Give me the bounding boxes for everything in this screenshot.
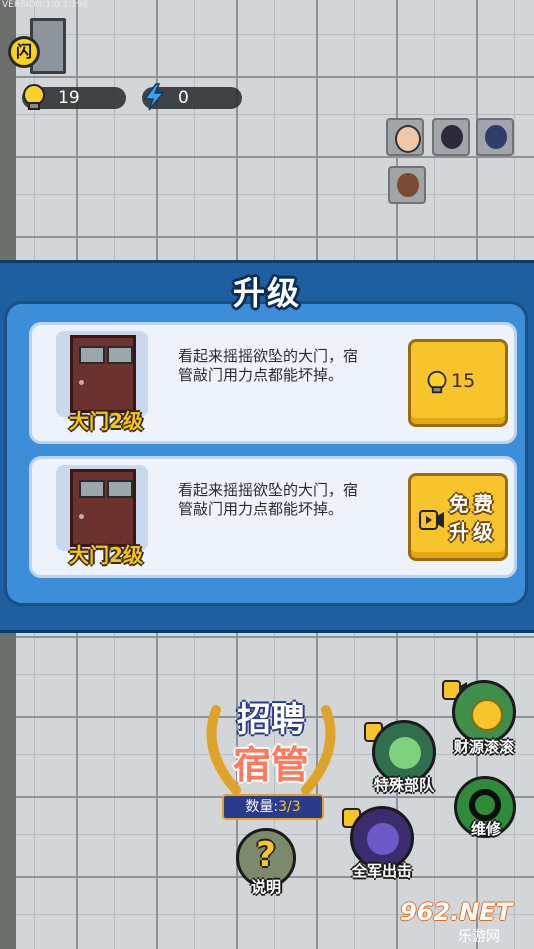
panel-title-banner: 升级 (212, 268, 322, 316)
door-icon (70, 335, 136, 413)
lightbulb-icon (427, 370, 447, 394)
card-description: 看起来摇摇欲坠的大门，宿管敲门用力点都能坏掉。 (178, 347, 359, 384)
bulb-count: 19 (58, 88, 80, 108)
watermark-logo: 962.NET 乐游网 (392, 898, 532, 946)
card-description: 看起来摇摇欲坠的大门，宿管敲门用力点都能坏掉。 (178, 481, 359, 518)
recruit-count-label: 数量: (245, 799, 279, 815)
all-attack-label: 全军出击 (351, 862, 412, 880)
alien-icon (389, 737, 421, 769)
special-forces-label: 特殊部队 (373, 776, 434, 794)
help-label: 说明 (250, 878, 281, 896)
recruit-subtitle: 宿管 (232, 743, 309, 787)
coin-icon (471, 699, 503, 731)
card-level-label: 大门2级 (69, 543, 143, 567)
lightbulb-icon (23, 84, 45, 110)
question-icon: ? (256, 835, 276, 875)
free-upgrade-button[interactable]: 免费升级 (408, 473, 508, 561)
repair-label: 维修 (470, 820, 501, 838)
recruit-button[interactable]: 招聘 宿管 数量:3/3 (196, 680, 346, 820)
card-level-label: 大门2级 (69, 409, 143, 433)
version-text: VERSION:1.0.1.196 (2, 0, 89, 10)
exit-button[interactable]: 闪 (8, 16, 66, 74)
energy-count: 0 (178, 88, 189, 108)
wealth-button[interactable] (452, 680, 516, 744)
energy-counter: 0 (142, 83, 242, 111)
army-icon (367, 823, 399, 855)
upgrade-panel-frame: 大门2级 看起来摇摇欲坠的大门，宿管敲门用力点都能坏掉。 15 大门2级 看起来… (4, 301, 528, 606)
panel-title: 升级 (232, 274, 301, 312)
watermark-top: 962.NET (400, 898, 513, 926)
watermark-bottom: 乐游网 (458, 929, 500, 945)
avatar-girl-brown-hair[interactable] (388, 166, 426, 204)
wealth-label: 财源滚滚 (453, 738, 514, 756)
recruit-count: 数量:3/3 (222, 794, 324, 820)
avatar-cap-student[interactable] (476, 118, 514, 156)
upgrade-card-2: 大门2级 看起来摇摇欲坠的大门，宿管敲门用力点都能坏掉。 免费升级 (29, 456, 517, 578)
upgrade-card-1: 大门2级 看起来摇摇欲坠的大门，宿管敲门用力点都能坏掉。 15 (29, 322, 517, 444)
upgrade-buy-button[interactable]: 15 (408, 339, 508, 427)
door-icon (70, 469, 136, 547)
lightning-icon (143, 83, 165, 111)
avatar-girl-dark-hair[interactable] (432, 118, 470, 156)
free-upgrade-label: 免费升级 (449, 492, 497, 544)
wrench-icon (469, 789, 501, 821)
bulb-counter: 19 (22, 84, 126, 110)
avatar-dorm-manager[interactable] (386, 118, 424, 156)
recruit-count-value: 3/3 (278, 799, 301, 815)
video-icon (419, 510, 444, 530)
exit-badge: 闪 (8, 36, 40, 68)
upgrade-price: 15 (451, 370, 476, 392)
